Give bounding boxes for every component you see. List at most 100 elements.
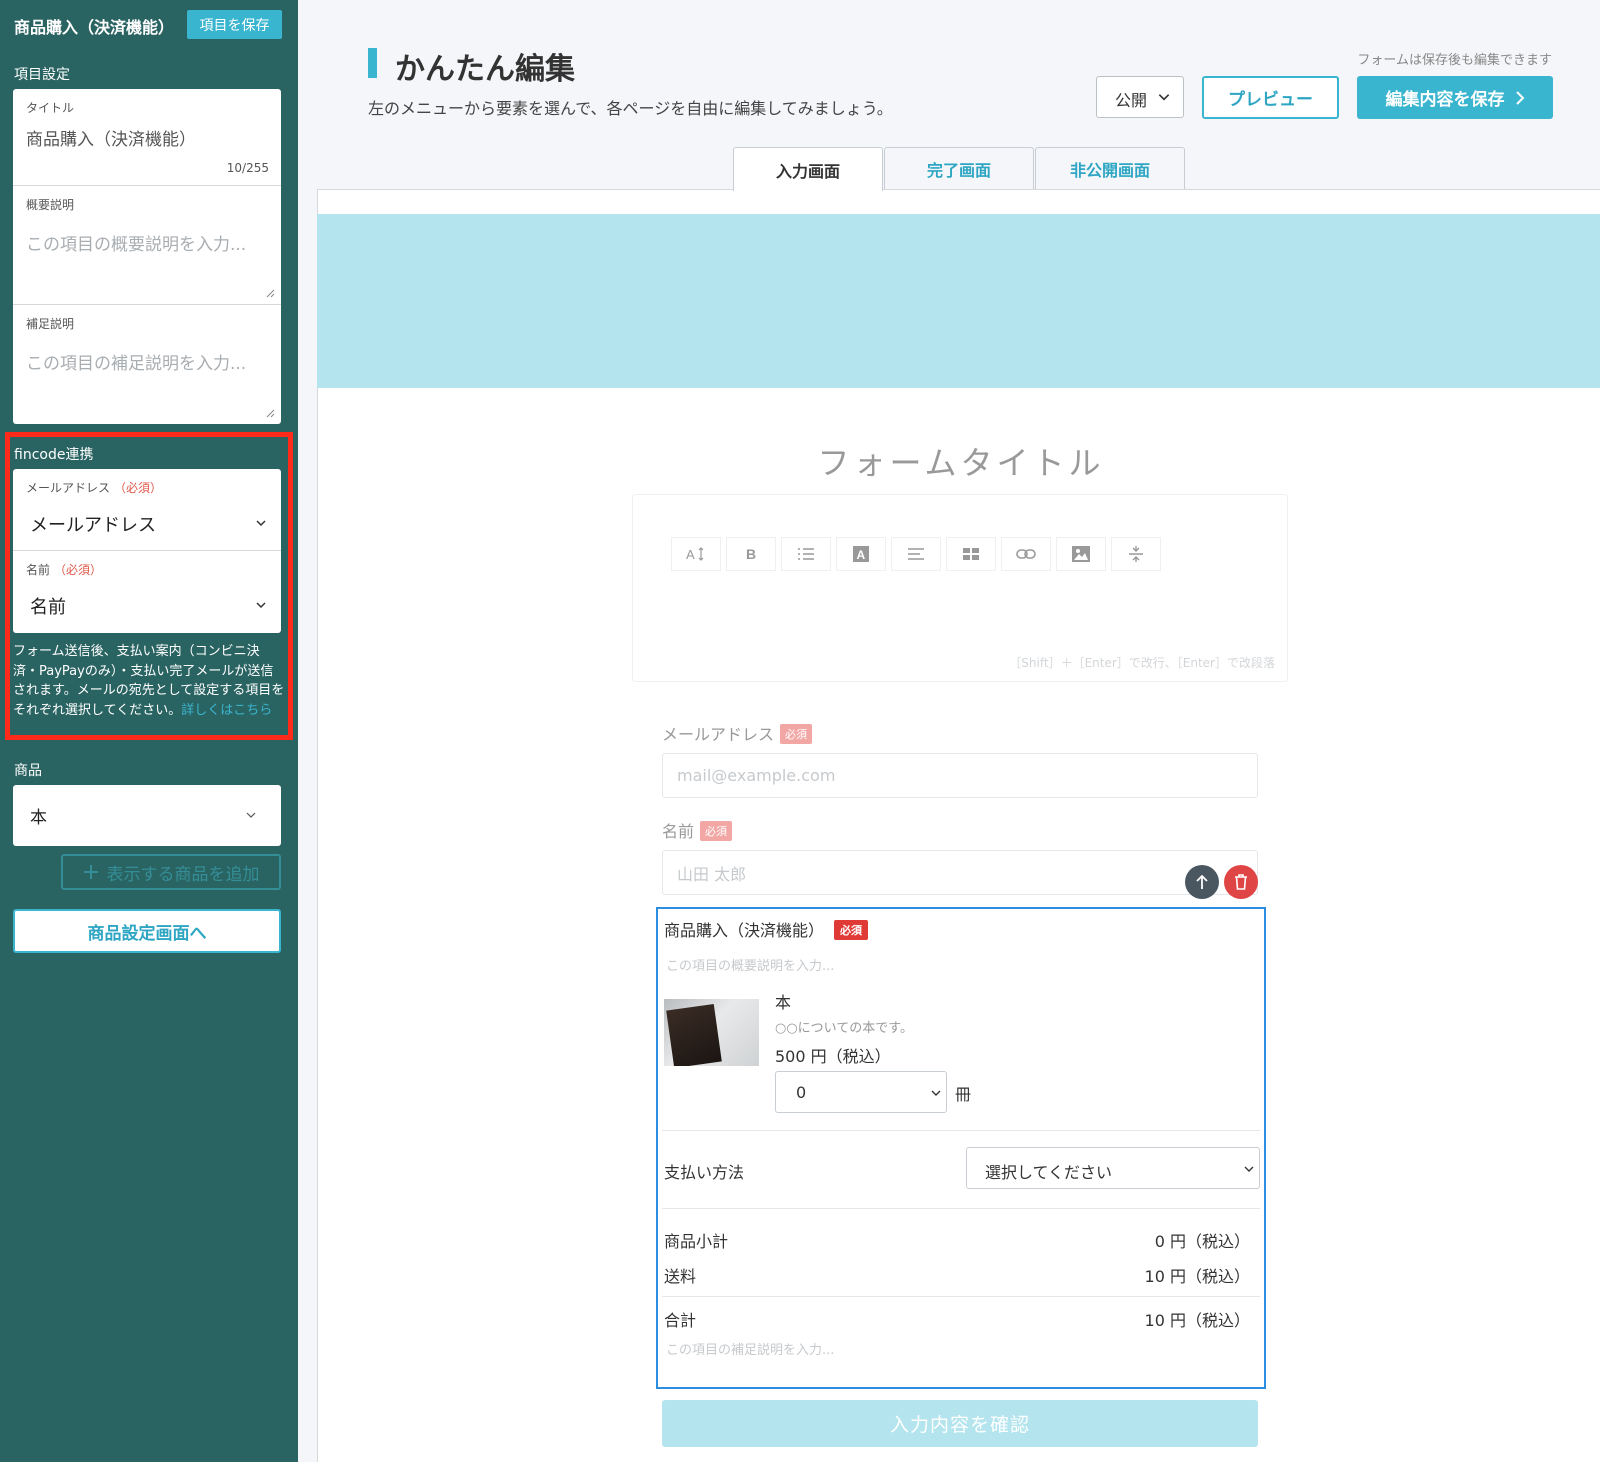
highlight-frame <box>5 432 293 740</box>
arrow-up-icon <box>1196 874 1208 889</box>
payment-method-label: 支払い方法 <box>664 1163 745 1182</box>
purchase-summary-placeholder: この項目の概要説明を入力... <box>666 959 835 974</box>
resize-handle-icon[interactable] <box>265 288 275 298</box>
visibility-value: 公開 <box>1115 91 1148 110</box>
save-hint: フォームは保存後も編集できます <box>1357 53 1552 68</box>
table-button[interactable] <box>946 537 996 571</box>
supplement-field-label: 補足説明 <box>26 317 75 331</box>
summary-field-placeholder[interactable]: この項目の概要説明を入力... <box>26 230 246 255</box>
name-label-text: 名前 <box>662 822 695 841</box>
rich-text-editor[interactable]: A B A ［Shift］＋［Enter］で改行、［Enter］で改段落 <box>632 494 1288 682</box>
page-title: かんたん編集 <box>395 52 575 87</box>
shipping-label: 送料 <box>664 1267 697 1286</box>
preview-button[interactable]: プレビュー <box>1202 76 1339 119</box>
purchase-title-text: 商品購入（決済機能） <box>664 921 825 940</box>
product-select-value[interactable]: 本 <box>30 803 47 828</box>
image-icon <box>1072 546 1090 562</box>
email-label: メールアドレス 必須 <box>662 721 813 745</box>
svg-text:A: A <box>857 548 866 562</box>
tab-complete[interactable]: 完了画面 <box>884 147 1034 190</box>
name-label: 名前 必須 <box>662 818 733 842</box>
payment-method-value: 選択してください <box>985 1163 1113 1182</box>
font-size-button[interactable]: A <box>671 537 721 571</box>
bold-icon: B <box>746 546 756 562</box>
divider <box>662 1208 1260 1209</box>
title-field-label: タイトル <box>26 101 75 115</box>
tab-private[interactable]: 非公開画面 <box>1035 147 1185 190</box>
sidebar-header: 商品購入（決済機能） 項目を保存 <box>14 10 282 40</box>
total-label: 合計 <box>664 1311 697 1330</box>
item-settings-card: タイトル 商品購入（決済機能） 10/255 概要説明 この項目の概要説明を入力… <box>13 89 281 424</box>
title-char-count: 10/255 <box>226 161 269 175</box>
summary-field-label: 概要説明 <box>26 198 75 212</box>
divider-button[interactable] <box>1111 537 1161 571</box>
product-select[interactable]: 本 <box>13 785 281 846</box>
quantity-select[interactable]: 0 <box>775 1071 947 1113</box>
align-left-icon <box>908 548 924 560</box>
editor-hint: ［Shift］＋［Enter］で改行、［Enter］で改段落 <box>1009 656 1275 670</box>
subtotal-label: 商品小計 <box>664 1232 729 1251</box>
email-input[interactable]: mail@example.com <box>662 753 1258 798</box>
confirm-button[interactable]: 入力内容を確認 <box>662 1400 1258 1447</box>
chevron-right-icon <box>1515 90 1524 105</box>
title-field[interactable]: タイトル 商品購入（決済機能） 10/255 <box>13 89 281 186</box>
book-graphic <box>666 1003 722 1066</box>
name-input[interactable]: 山田 太郎 <box>662 850 1258 895</box>
text-color-button[interactable]: A <box>836 537 886 571</box>
product-image <box>664 999 759 1066</box>
divider <box>662 1296 1260 1297</box>
header-banner[interactable] <box>317 214 1600 388</box>
quantity-value: 0 <box>796 1083 807 1102</box>
delete-button[interactable] <box>1224 865 1258 899</box>
move-up-button[interactable] <box>1185 865 1219 899</box>
quantity-unit: 冊 <box>955 1085 972 1104</box>
list-button[interactable] <box>781 537 831 571</box>
link-button[interactable] <box>1001 537 1051 571</box>
table-icon <box>963 548 979 560</box>
trash-icon <box>1235 874 1247 890</box>
summary-field[interactable]: 概要説明 この項目の概要説明を入力... <box>13 186 281 305</box>
email-label-text: メールアドレス <box>662 725 775 744</box>
shipping-value: 10 円（税込） <box>1144 1267 1250 1286</box>
align-button[interactable] <box>891 537 941 571</box>
total-value: 10 円（税込） <box>1144 1311 1250 1330</box>
chevron-down-icon <box>931 1090 941 1096</box>
required-badge: 必須 <box>834 920 869 940</box>
page-subtitle: 左のメニューから要素を選んで、各ページを自由に編集してみましょう。 <box>368 99 893 118</box>
visibility-select[interactable]: 公開 <box>1096 76 1184 118</box>
divider <box>662 1130 1260 1131</box>
required-badge: 必須 <box>780 724 813 744</box>
purchase-supplement-placeholder: この項目の補足説明を入力... <box>666 1343 835 1358</box>
bold-button[interactable]: B <box>726 537 776 571</box>
product-name: 本 <box>775 993 792 1012</box>
product-settings-button[interactable]: 商品設定画面へ <box>13 909 281 953</box>
supplement-field[interactable]: 補足説明 この項目の補足説明を入力... <box>13 305 281 424</box>
add-product-button[interactable]: 表示する商品を追加 <box>61 854 281 890</box>
title-field-value[interactable]: 商品購入（決済機能） <box>26 125 196 150</box>
font-size-icon: A <box>686 547 704 562</box>
add-product-label: 表示する商品を追加 <box>106 864 260 884</box>
chevron-down-icon <box>1158 94 1170 101</box>
subtotal-value: 0 円（税込） <box>1154 1232 1250 1251</box>
sidebar: 商品購入（決済機能） 項目を保存 項目設定 タイトル 商品購入（決済機能） 10… <box>0 0 298 1462</box>
save-edits-label: 編集内容を保存 <box>1385 90 1505 109</box>
chevron-down-icon <box>1244 1166 1254 1172</box>
list-icon <box>798 548 814 560</box>
image-button[interactable] <box>1056 537 1106 571</box>
save-item-button[interactable]: 項目を保存 <box>187 10 282 39</box>
product-heading: 商品 <box>14 763 42 779</box>
item-settings-heading: 項目設定 <box>14 67 70 83</box>
payment-method-select[interactable]: 選択してください <box>966 1147 1260 1189</box>
text-color-icon: A <box>853 546 869 562</box>
tab-input[interactable]: 入力画面 <box>733 147 883 191</box>
purchase-item-selected[interactable]: 商品購入（決済機能） 必須 この項目の概要説明を入力... 本 ○○についての本で… <box>656 907 1266 1389</box>
resize-handle-icon[interactable] <box>265 408 275 418</box>
chevron-down-icon <box>246 812 256 818</box>
supplement-field-placeholder[interactable]: この項目の補足説明を入力... <box>26 349 246 374</box>
required-badge: 必須 <box>700 821 733 841</box>
save-edits-button[interactable]: 編集内容を保存 <box>1357 76 1553 119</box>
plus-icon <box>83 865 98 879</box>
svg-text:A: A <box>686 547 695 562</box>
form-title[interactable]: フォームタイトル <box>633 438 1289 484</box>
product-price: 500 円（税込） <box>775 1047 891 1066</box>
